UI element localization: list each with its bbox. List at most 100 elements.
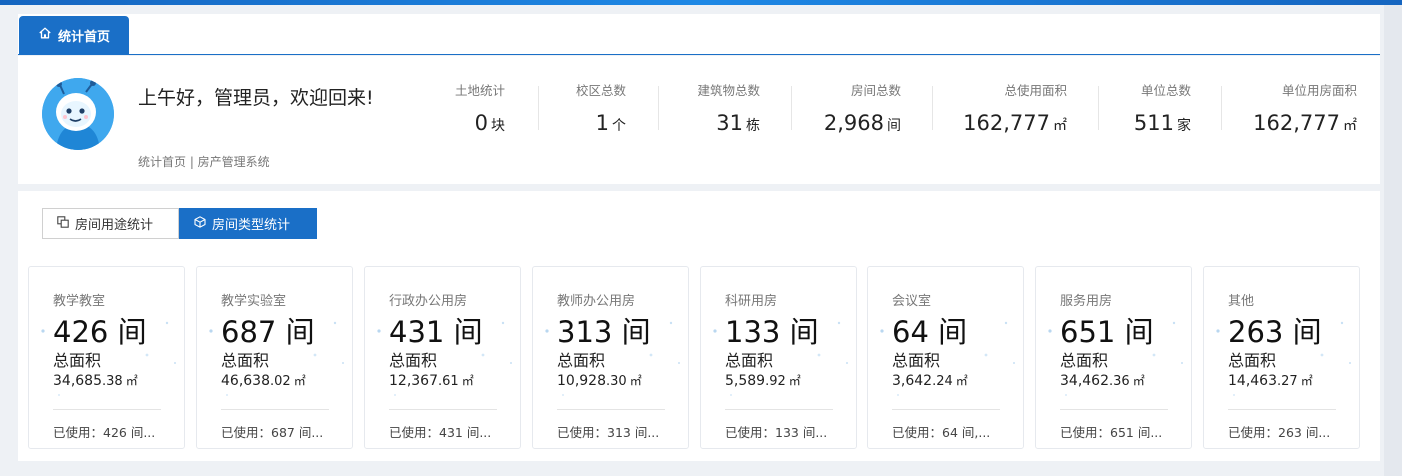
area-integer: 14,463	[1228, 373, 1277, 389]
stat-label: 房间总数	[850, 83, 901, 98]
room-type-card[interactable]: 科研用房 133 间 总面积 5,589.92 ㎡ 已使用：133 间...	[700, 266, 857, 449]
stat-value: 162,777	[963, 111, 1050, 135]
card-title: 科研用房	[725, 294, 778, 309]
tab-home-label: 统计首页	[57, 29, 110, 45]
room-type-card[interactable]: 行政办公用房 431 间 总面积 12,367.61 ㎡ 已使用：431 间...	[364, 266, 521, 449]
room-type-card[interactable]: 教师办公用房 313 间 总面积 10,928.30 ㎡ 已使用：313 间...	[532, 266, 689, 449]
card-divider	[1228, 409, 1336, 410]
card-room-count: 651 间	[1060, 315, 1154, 349]
stat-divider	[791, 86, 792, 130]
card-area-value: 3,642.24 ㎡	[892, 372, 968, 389]
area-unit: ㎡	[125, 374, 138, 388]
stat-divider	[1098, 86, 1099, 130]
stat-value: 31	[716, 111, 743, 135]
stat-land: 土地统计 0块	[455, 80, 505, 135]
card-divider	[53, 409, 161, 410]
card-area-value: 12,367.61 ㎡	[389, 372, 474, 389]
avatar	[42, 78, 114, 150]
card-room-count: 133 间	[725, 315, 819, 349]
card-divider	[892, 409, 1000, 410]
card-used-text: 已使用：263 间...	[1228, 425, 1331, 440]
card-title: 教学实验室	[221, 294, 287, 309]
area-decimal: .38	[102, 374, 123, 389]
card-area-value: 34,462.36 ㎡	[1060, 372, 1145, 389]
area-unit: ㎡	[955, 374, 968, 388]
room-type-card[interactable]: 会议室 64 间 总面积 3,642.24 ㎡ 已使用：64 间,...	[867, 266, 1024, 449]
card-title: 其他	[1228, 294, 1255, 309]
segmented-control: 房间用途统计 房间类型统计	[42, 208, 317, 239]
stat-divider	[1221, 86, 1222, 130]
statistics-panel: 房间用途统计 房间类型统计 教学教室 426 间 总面积 34,685.38 ㎡ …	[18, 191, 1380, 461]
breadcrumb: 统计首页 | 房产管理系统	[138, 155, 270, 169]
room-type-card[interactable]: 教学教室 426 间 总面积 34,685.38 ㎡ 已使用：426 间...	[28, 266, 185, 449]
stat-unit: 块	[491, 118, 505, 134]
area-decimal: .30	[606, 374, 627, 389]
cube-icon	[194, 215, 206, 232]
stat-divider	[538, 86, 539, 130]
area-unit: ㎡	[629, 374, 642, 388]
segment-label: 房间类型统计	[212, 218, 291, 233]
segment-label: 房间用途统计	[75, 218, 154, 233]
card-area-value: 5,589.92 ㎡	[725, 372, 801, 389]
area-decimal: .02	[270, 374, 291, 389]
card-used-text: 已使用：133 间...	[725, 425, 828, 440]
greeting-text: 上午好，管理员，欢迎回来!	[138, 87, 374, 109]
area-decimal: .61	[438, 374, 459, 389]
stat-unit: 个	[612, 118, 626, 134]
area-integer: 3,642	[892, 373, 933, 389]
area-unit: ㎡	[1132, 374, 1145, 388]
card-title: 会议室	[892, 294, 932, 309]
room-type-card[interactable]: 教学实验室 687 间 总面积 46,638.02 ㎡ 已使用：687 间...	[196, 266, 353, 449]
area-unit: ㎡	[293, 374, 306, 388]
stat-unit: ㎡	[1343, 118, 1357, 134]
stat-label: 土地统计	[454, 83, 505, 98]
card-divider	[389, 409, 497, 410]
card-area-label: 总面积	[557, 351, 606, 370]
stat-unit: ㎡	[1053, 118, 1067, 134]
area-unit: ㎡	[1300, 374, 1313, 388]
card-used-text: 已使用：313 间...	[557, 425, 660, 440]
stat-label: 校区总数	[575, 83, 626, 98]
card-area-label: 总面积	[53, 351, 102, 370]
tab-home[interactable]: 统计首页	[19, 16, 129, 54]
card-area-label: 总面积	[725, 351, 774, 370]
card-area-label: 总面积	[1228, 351, 1277, 370]
card-area-value: 46,638.02 ㎡	[221, 372, 306, 389]
stat-unit-area: 单位用房面积 162,777 ㎡	[1253, 80, 1357, 135]
stat-label: 单位总数	[1140, 83, 1191, 98]
stat-label: 单位用房面积	[1281, 83, 1357, 98]
card-divider	[725, 409, 833, 410]
area-integer: 34,462	[1060, 373, 1109, 389]
room-type-card[interactable]: 服务用房 651 间 总面积 34,462.36 ㎡ 已使用：651 间...	[1035, 266, 1192, 449]
stat-unit: 间	[887, 118, 901, 134]
card-room-count: 263 间	[1228, 315, 1322, 349]
segment-room-type[interactable]: 房间类型统计	[179, 208, 317, 239]
segment-room-usage[interactable]: 房间用途统计	[42, 208, 179, 239]
card-used-text: 已使用：651 间...	[1060, 425, 1163, 440]
area-integer: 12,367	[389, 373, 438, 389]
card-room-count: 431 间	[389, 315, 483, 349]
stat-unit: 家	[1177, 118, 1191, 134]
top-accent-bar	[0, 0, 1402, 5]
card-room-count: 64 间	[892, 315, 968, 349]
area-integer: 46,638	[221, 373, 270, 389]
tab-bar: 统计首页	[18, 14, 1380, 55]
card-title: 教师办公用房	[557, 294, 636, 309]
card-divider	[1060, 409, 1168, 410]
area-integer: 5,589	[725, 373, 766, 389]
copy-icon	[57, 215, 69, 232]
area-unit: ㎡	[788, 374, 801, 388]
area-unit: ㎡	[461, 374, 474, 388]
card-divider	[557, 409, 665, 410]
card-area-label: 总面积	[892, 351, 941, 370]
area-integer: 34,685	[53, 373, 102, 389]
stat-buildings: 建筑物总数 31 栋	[697, 80, 760, 135]
room-type-card[interactable]: 其他 263 间 总面积 14,463.27 ㎡ 已使用：263 间...	[1203, 266, 1360, 449]
stat-units: 单位总数 511 家	[1134, 80, 1191, 135]
area-integer: 10,928	[557, 373, 606, 389]
right-scroll-strip	[1384, 5, 1402, 476]
welcome-panel: 上午好，管理员，欢迎回来! 统计首页 | 房产管理系统 土地统计 0块 校区总数…	[18, 56, 1380, 184]
card-title: 服务用房	[1060, 294, 1113, 309]
card-divider	[221, 409, 329, 410]
area-decimal: .92	[765, 374, 786, 389]
